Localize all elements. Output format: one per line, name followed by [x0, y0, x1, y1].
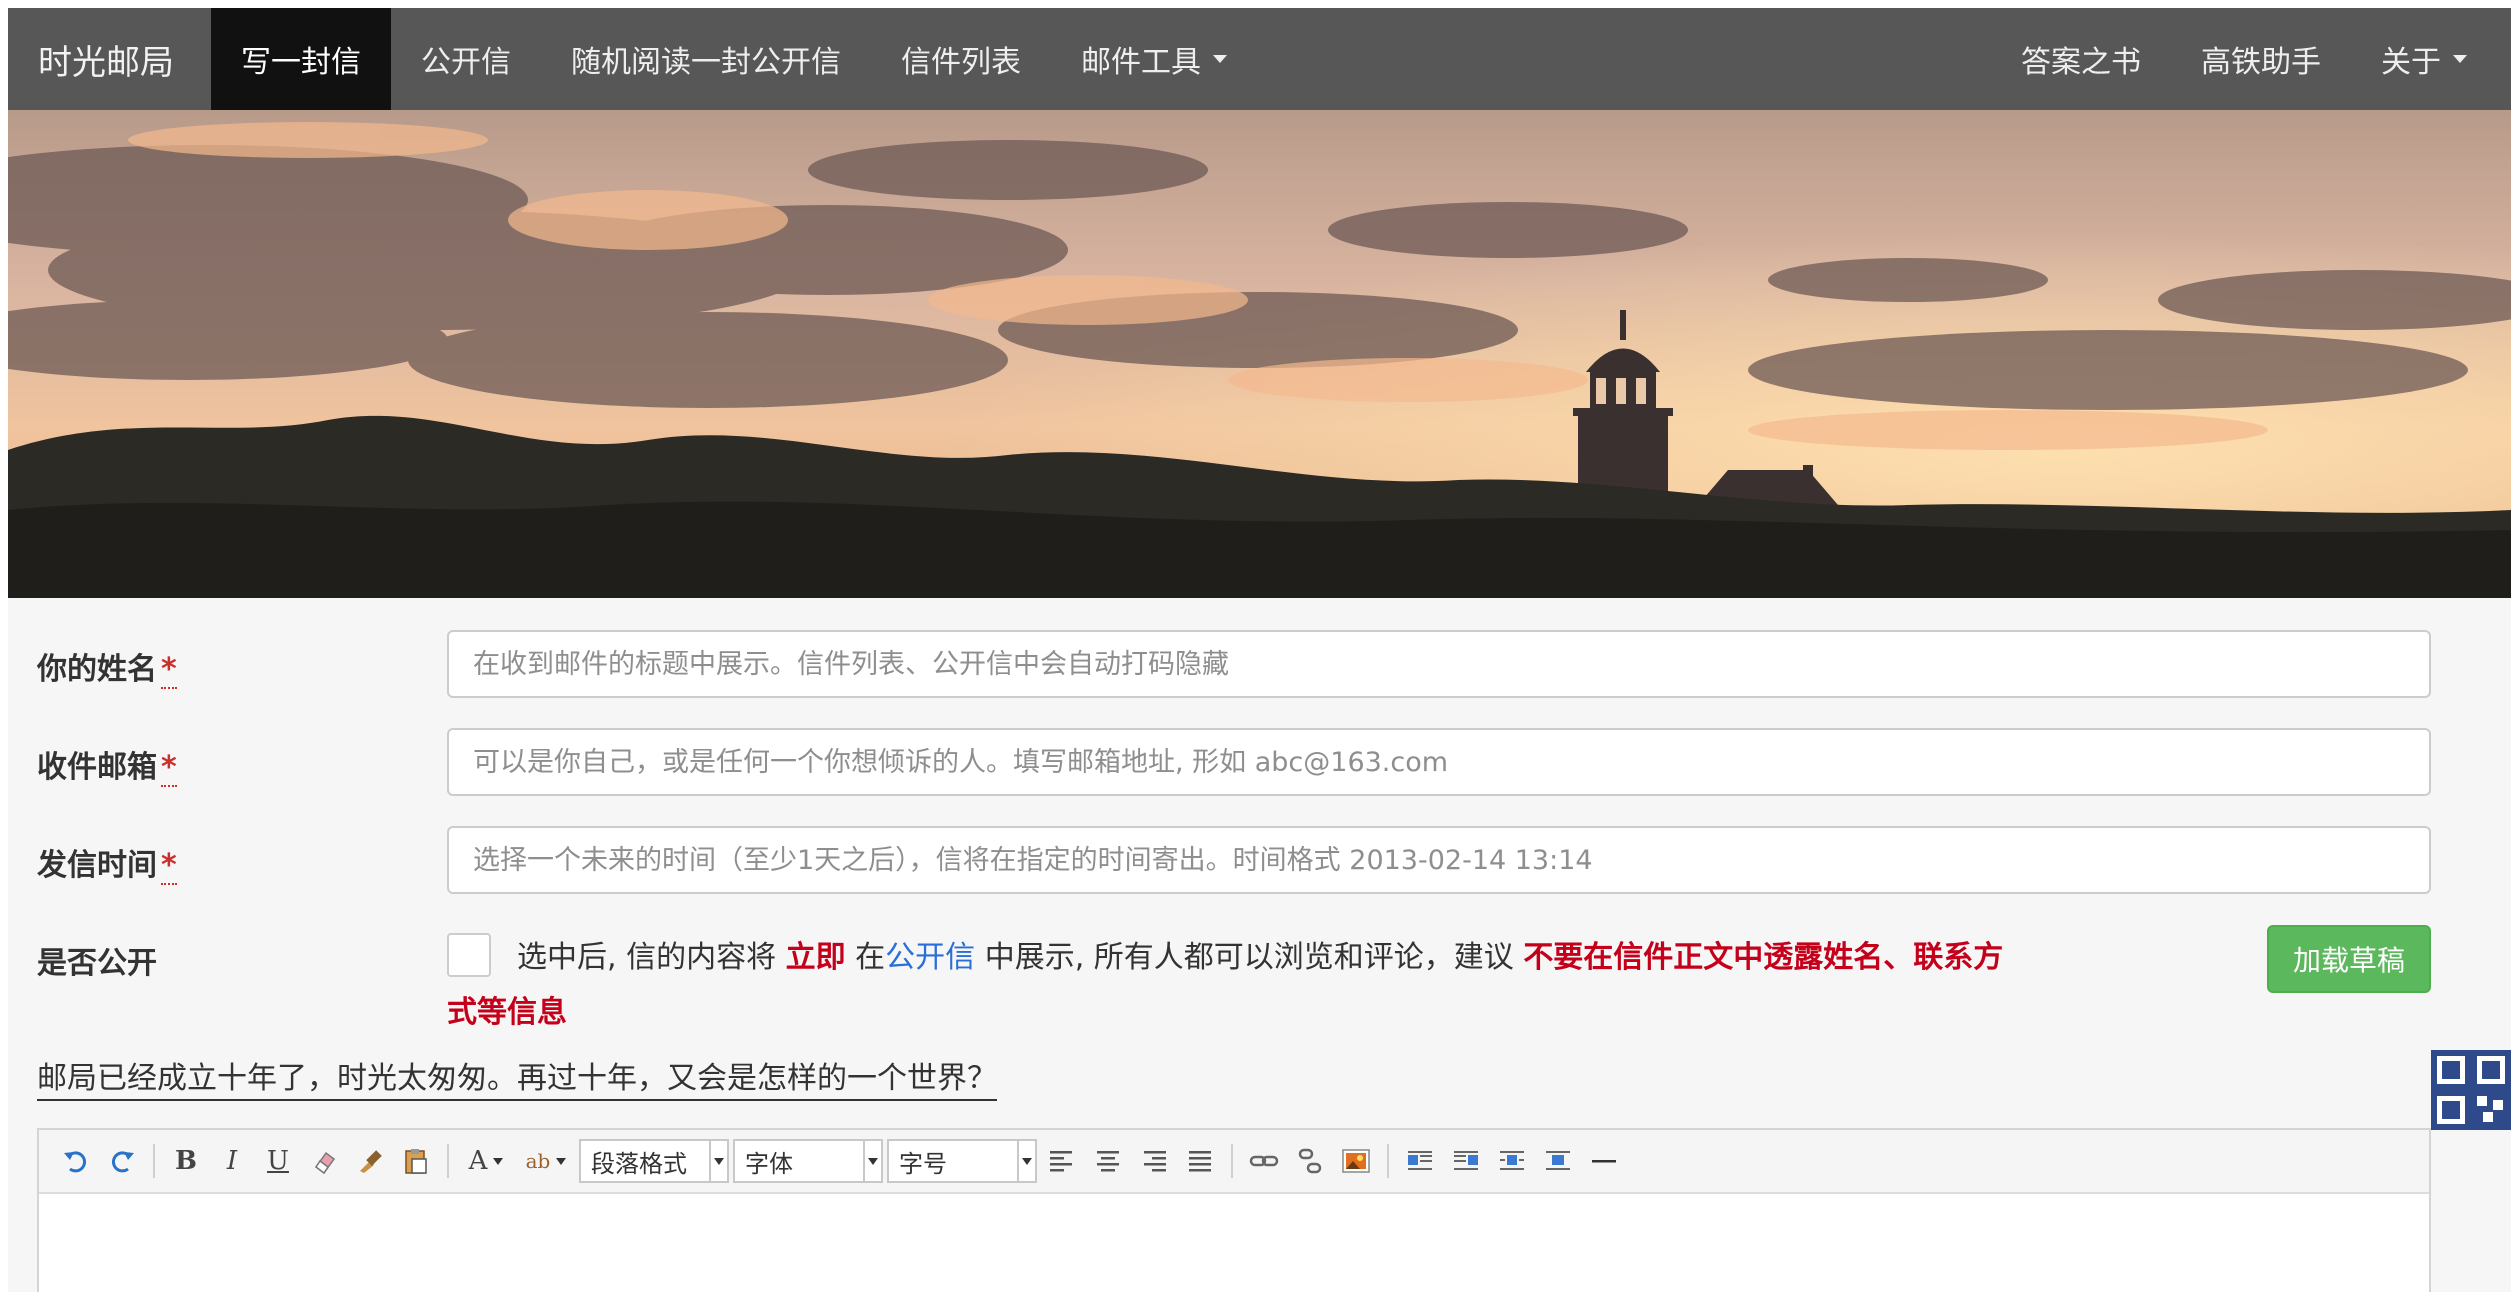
chevron-down-icon	[709, 1141, 727, 1181]
load-draft-button[interactable]: 加载草稿	[2267, 925, 2431, 993]
image-icon[interactable]	[1334, 1139, 1378, 1183]
immediate-text: 立即	[785, 940, 846, 975]
name-label-text: 你的姓名	[37, 652, 157, 687]
align-right-icon[interactable]	[1132, 1139, 1176, 1183]
nav-mail-tools-label: 邮件工具	[1081, 45, 1201, 80]
redo-icon[interactable]	[100, 1139, 144, 1183]
nav-random-read[interactable]: 随机阅读一封公开信	[541, 8, 871, 110]
font-size-select[interactable]: 字号	[887, 1139, 1037, 1183]
send-time-label: 发信时间 *	[37, 840, 177, 885]
chevron-down-icon	[1213, 55, 1227, 63]
nav-book-of-answers[interactable]: 答案之书	[1991, 8, 2171, 110]
send-time-input[interactable]	[447, 826, 2431, 894]
hero-banner-image	[8, 110, 2511, 598]
email-label: 收件邮箱 *	[37, 742, 177, 787]
italic-icon[interactable]: I	[210, 1139, 254, 1183]
nav-mail-tools-dropdown[interactable]: 邮件工具	[1051, 8, 1257, 110]
name-input[interactable]	[447, 630, 2431, 698]
chevron-down-icon	[1017, 1141, 1035, 1181]
public-text-2: 在	[845, 940, 886, 975]
chevron-down-icon	[2453, 55, 2467, 63]
paste-icon[interactable]	[394, 1139, 438, 1183]
required-mark: *	[161, 652, 177, 689]
navbar: 时光邮局 写一封信 公开信 随机阅读一封公开信 信件列表 邮件工具 答案之书 高…	[8, 8, 2511, 110]
recipient-email-input[interactable]	[447, 728, 2431, 796]
editor-content-area[interactable]	[39, 1194, 2429, 1292]
image-inline-icon[interactable]	[1490, 1139, 1534, 1183]
underline-icon[interactable]: U	[256, 1139, 300, 1183]
required-mark: *	[161, 750, 177, 787]
align-justify-icon[interactable]	[1178, 1139, 1222, 1183]
align-left-icon[interactable]	[1040, 1139, 1084, 1183]
undo-icon[interactable]	[54, 1139, 98, 1183]
brand-logo[interactable]: 时光邮局	[8, 8, 211, 110]
unlink-icon[interactable]	[1288, 1139, 1332, 1183]
page: 时光邮局 写一封信 公开信 随机阅读一封公开信 信件列表 邮件工具 答案之书 高…	[8, 8, 2511, 1292]
send-time-label-text: 发信时间	[37, 848, 157, 883]
public-description: 选中后, 信的内容将 立即 在公开信 中展示, 所有人都可以浏览和评论，建议 不…	[447, 930, 2027, 1040]
chevron-down-icon	[863, 1141, 881, 1181]
public-text-3: 中展示, 所有人都可以浏览和评论，建议	[975, 940, 1524, 975]
editor-toolbar: B I U A ab 段落格式 字体 字号	[39, 1130, 2429, 1194]
toolbar-separator	[447, 1144, 449, 1178]
format-brush-icon[interactable]	[348, 1139, 392, 1183]
public-label: 是否公开	[37, 946, 157, 981]
font-family-label: 字体	[745, 1149, 793, 1178]
link-icon[interactable]	[1242, 1139, 1286, 1183]
image-float-right-icon[interactable]	[1444, 1139, 1488, 1183]
rich-text-editor: B I U A ab 段落格式 字体 字号	[37, 1128, 2431, 1292]
nav-rail-assistant[interactable]: 高铁助手	[2171, 8, 2351, 110]
motto-link[interactable]: 邮局已经成立十年了，时光太匆匆。再过十年，又会是怎样的一个世界？	[37, 1053, 997, 1101]
nav-about-label: 关于	[2381, 45, 2441, 80]
public-text-1: 选中后, 信的内容将	[517, 940, 786, 975]
toolbar-separator	[153, 1144, 155, 1178]
nav-about-dropdown[interactable]: 关于	[2351, 8, 2511, 110]
required-mark: *	[161, 848, 177, 885]
font-family-select[interactable]: 字体	[733, 1139, 883, 1183]
image-float-left-icon[interactable]	[1398, 1139, 1442, 1183]
font-size-label: 字号	[899, 1149, 947, 1178]
nav-write-letter[interactable]: 写一封信	[211, 8, 391, 110]
name-label: 你的姓名 *	[37, 644, 177, 689]
toolbar-separator	[1387, 1144, 1389, 1178]
nav-letter-list[interactable]: 信件列表	[871, 8, 1051, 110]
qr-code-icon[interactable]	[2431, 1050, 2511, 1130]
toolbar-separator	[1231, 1144, 1233, 1178]
email-label-text: 收件邮箱	[37, 750, 157, 785]
highlight-color-icon[interactable]: ab	[516, 1139, 576, 1183]
horizontal-rule-icon[interactable]	[1582, 1139, 1626, 1183]
bold-icon[interactable]: B	[164, 1139, 208, 1183]
paragraph-format-label: 段落格式	[591, 1149, 687, 1178]
public-letters-link[interactable]: 公开信	[885, 940, 975, 975]
font-color-icon[interactable]: A	[458, 1139, 514, 1183]
nav-public-letters[interactable]: 公开信	[391, 8, 541, 110]
image-center-icon[interactable]	[1536, 1139, 1580, 1183]
eraser-icon[interactable]	[302, 1139, 346, 1183]
paragraph-format-select[interactable]: 段落格式	[579, 1139, 729, 1183]
align-center-icon[interactable]	[1086, 1139, 1130, 1183]
